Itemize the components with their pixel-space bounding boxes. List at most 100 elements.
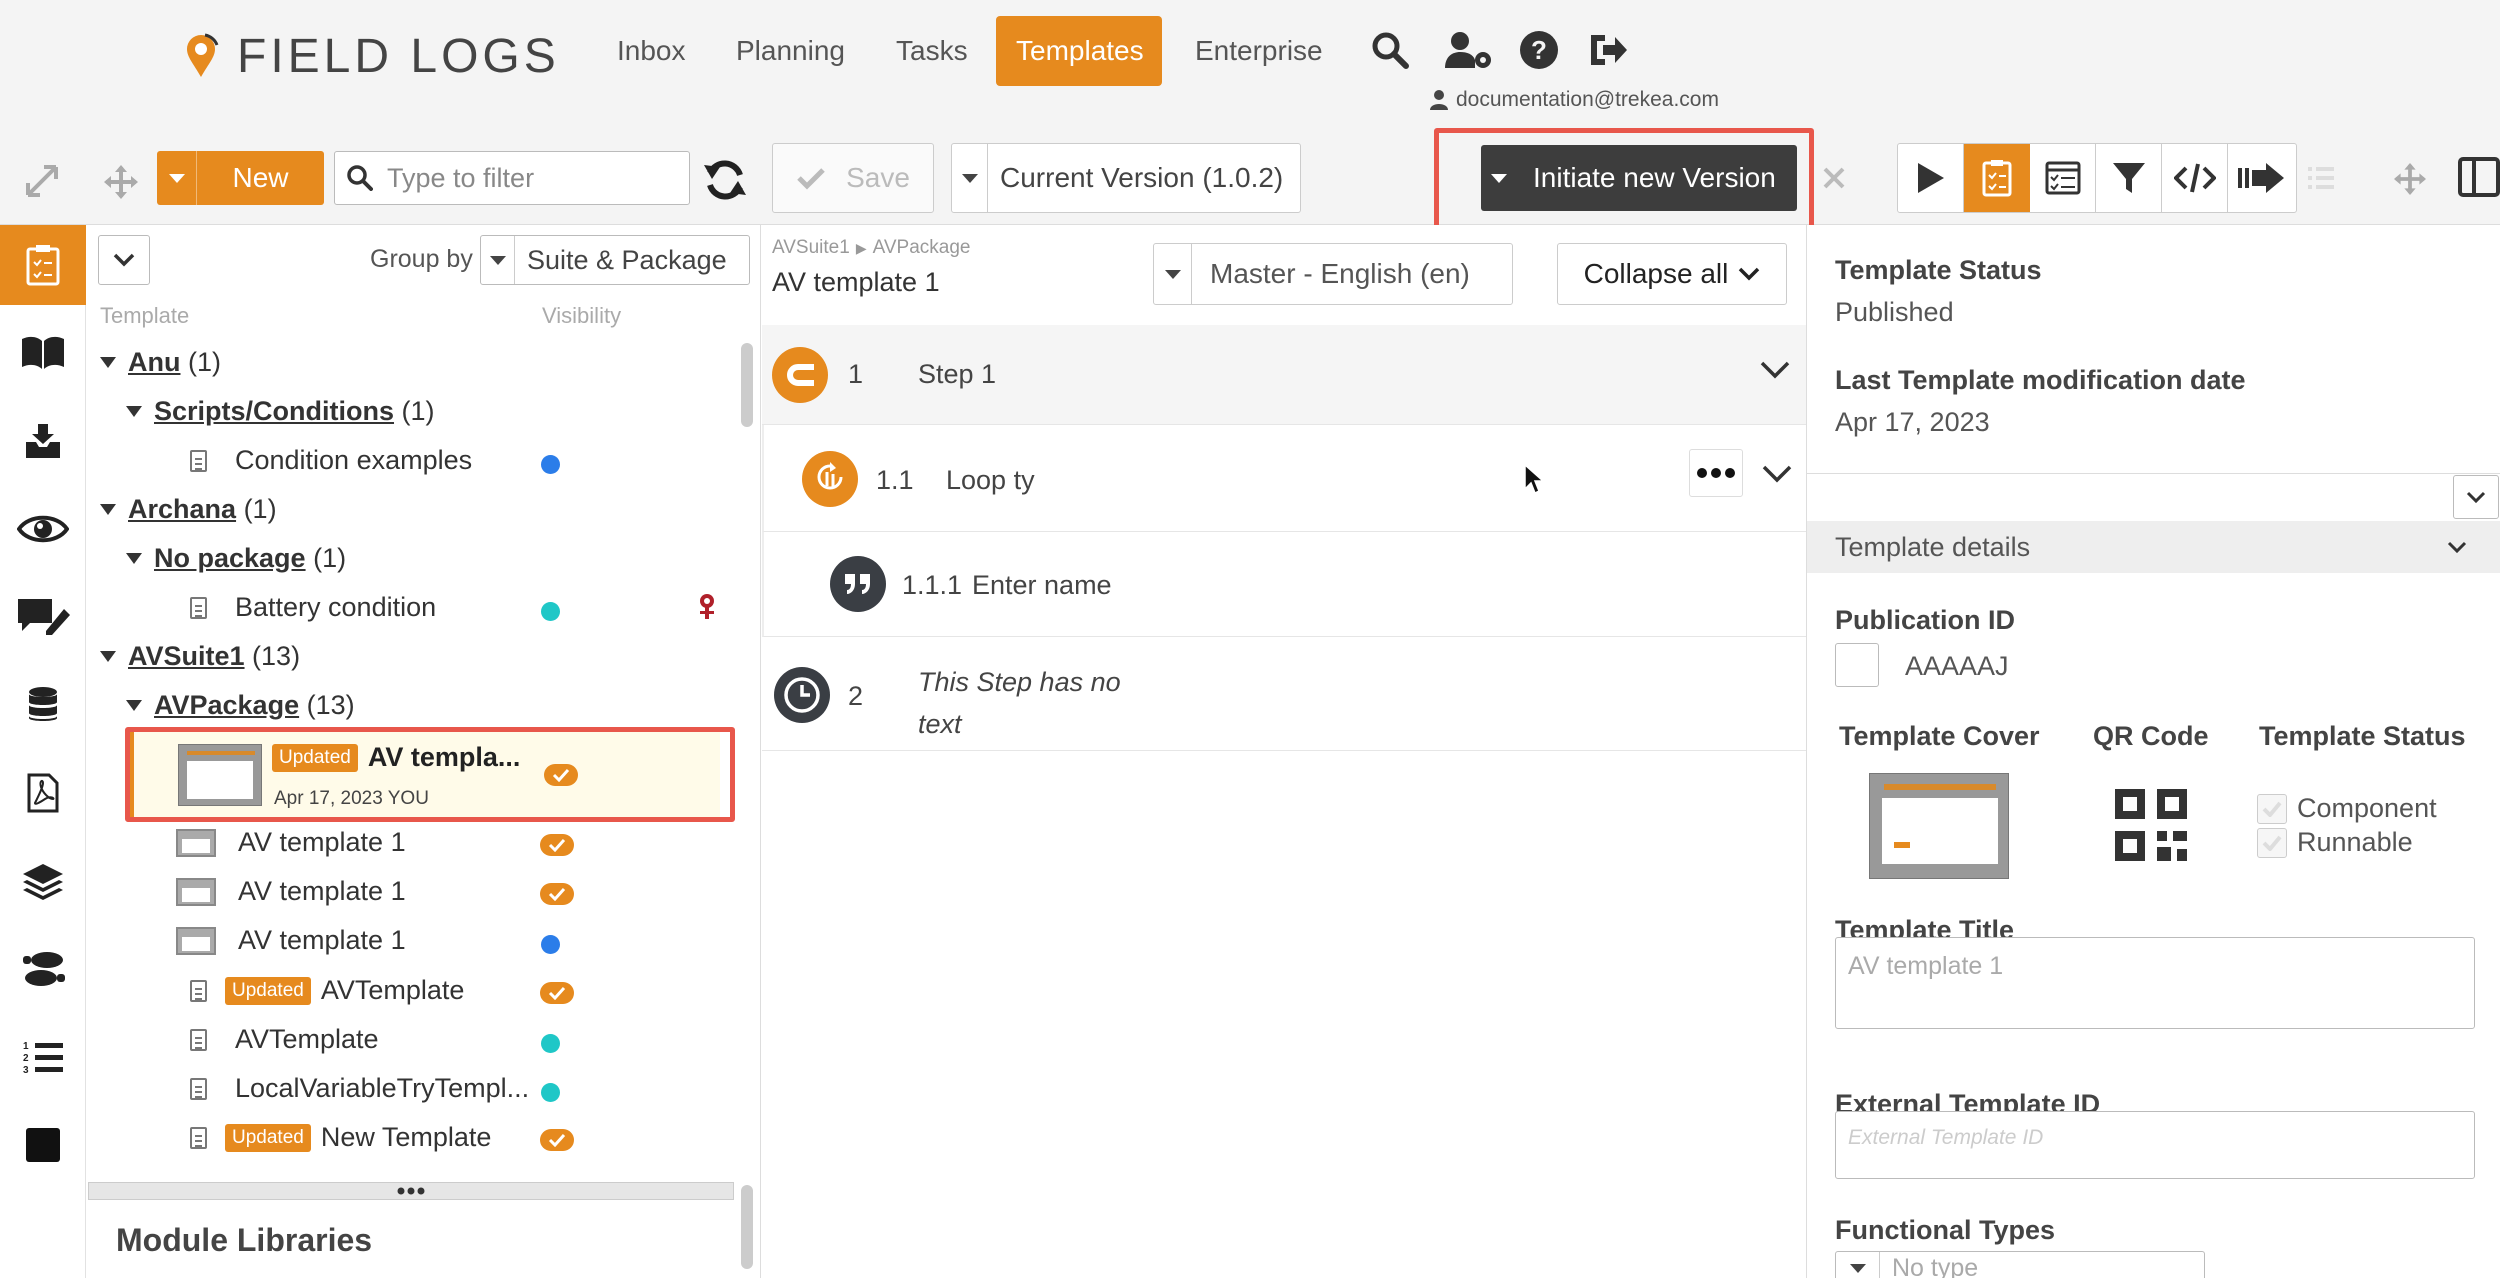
external-template-id-input[interactable]: External Template ID [1835, 1111, 2475, 1179]
step-row-1-1-1[interactable]: 1.1.1 Enter name [762, 532, 1806, 637]
template-details-section-header[interactable]: Template details [1807, 521, 2500, 573]
step-row-1[interactable]: 1 Step 1 [762, 325, 1806, 425]
new-button[interactable]: New [157, 151, 324, 205]
form-icon[interactable] [2030, 144, 2096, 212]
version-select[interactable]: Current Version (1.0.2) [951, 143, 1301, 213]
functional-types-label: Functional Types [1835, 1215, 2056, 1245]
step-number: 1.1 [876, 465, 914, 495]
pdf-icon[interactable] [0, 753, 86, 833]
close-icon[interactable] [1822, 166, 1846, 190]
filter-input[interactable]: Type to filter [334, 151, 690, 205]
language-select[interactable]: Master - English (en) [1153, 243, 1513, 305]
nav-inbox[interactable]: Inbox [597, 16, 706, 86]
tree-group-anu[interactable]: Anu (1) [100, 347, 221, 378]
templates-rail-icon[interactable] [0, 225, 86, 305]
tree-item-battery-condition[interactable]: Battery condition [178, 592, 436, 623]
tree-package-no-package[interactable]: No package (1) [126, 543, 346, 574]
component-label: Component [2297, 793, 2437, 823]
tree-package-avpackage[interactable]: AVPackage (13) [126, 690, 355, 721]
comment-edit-icon[interactable] [0, 577, 86, 657]
tree-item-condition-examples[interactable]: Condition examples [178, 445, 472, 476]
layout-icon[interactable] [2458, 157, 2500, 197]
forward-icon[interactable] [2228, 144, 2294, 212]
tree-item-new-template[interactable]: Updated New Template [178, 1122, 491, 1153]
panel-resize-handle[interactable] [88, 1182, 734, 1200]
published-check-icon [540, 883, 574, 905]
template-title-input[interactable]: AV template 1 [1835, 937, 2475, 1029]
panel-toggle-button[interactable] [2453, 475, 2499, 519]
qr-code-icon[interactable] [2113, 787, 2189, 863]
refresh-icon[interactable] [702, 157, 748, 203]
tree-package-scripts[interactable]: Scripts/Conditions (1) [126, 396, 435, 427]
tree-group-name[interactable]: Archana [128, 494, 236, 525]
stop-square-icon[interactable] [0, 1105, 86, 1185]
inbox-download-icon[interactable] [0, 401, 86, 481]
eye-icon[interactable] [0, 489, 86, 569]
chevron-down-icon[interactable] [1762, 465, 1792, 483]
tree-item-av-template-1[interactable]: AV template 1 [176, 827, 406, 858]
numbered-list-icon[interactable]: 123 [0, 1017, 86, 1097]
tree-group-name[interactable]: Anu [128, 347, 180, 378]
tree-package-name[interactable]: No package [154, 543, 306, 574]
libraries-scrollbar[interactable] [741, 1185, 753, 1269]
database-icon[interactable] [0, 665, 86, 745]
col-visibility-header: Visibility [542, 303, 622, 328]
tree-group-archana[interactable]: Archana (1) [100, 494, 277, 525]
functional-types-select[interactable]: No type [1835, 1251, 2205, 1278]
nav-enterprise[interactable]: Enterprise [1175, 16, 1343, 86]
step-row-1-1[interactable]: 1.1 Loop ty [762, 425, 1806, 532]
save-button[interactable]: Save [772, 143, 934, 213]
new-dropdown-caret[interactable] [168, 173, 185, 183]
tree-item-avtemplate[interactable]: Updated AVTemplate [178, 975, 464, 1006]
collapse-all-button[interactable]: Collapse all [1557, 243, 1787, 305]
footsteps-icon[interactable] [0, 929, 86, 1009]
tree-item-av-template-1[interactable]: AV template 1 [176, 925, 406, 956]
checklist-icon[interactable] [1964, 144, 2030, 212]
play-icon[interactable] [1898, 144, 1964, 212]
module-libraries-title[interactable]: Module Libraries [116, 1222, 372, 1259]
logout-icon[interactable] [1578, 20, 1638, 80]
help-icon[interactable]: ? [1509, 20, 1569, 80]
tree-scrollbar[interactable] [741, 343, 753, 427]
left-icon-rail: 123 [0, 225, 86, 1278]
code-icon[interactable] [2162, 144, 2228, 212]
publication-id-checkbox[interactable] [1835, 643, 1879, 687]
tree-group-avsuite1[interactable]: AVSuite1 (13) [100, 641, 300, 672]
template-name: AV template 1 [772, 267, 940, 297]
language-value: Master - English (en) [1210, 258, 1470, 289]
tree-group-count: (13) [252, 641, 301, 671]
book-icon[interactable] [0, 313, 86, 393]
list-icon[interactable] [2306, 163, 2336, 193]
breadcrumb-suite[interactable]: AVSuite1 [772, 237, 850, 259]
pin-icon[interactable] [697, 593, 717, 621]
group-by-select[interactable]: Suite & Package [480, 235, 750, 285]
more-options-button[interactable] [1689, 449, 1743, 497]
drag-handle-icon [397, 1187, 425, 1195]
layers-icon[interactable] [0, 841, 86, 921]
secondary-toolbar: New Type to filter Save Current Version … [0, 128, 2500, 244]
tree-package-name[interactable]: Scripts/Conditions [154, 396, 394, 427]
nav-templates[interactable]: Templates [996, 16, 1162, 86]
tree-item-localvariable[interactable]: LocalVariableTryTempl... [178, 1073, 529, 1104]
tree-item-avtemplate[interactable]: AVTemplate [178, 1024, 379, 1055]
filter-icon[interactable] [2096, 144, 2162, 212]
tree-item-name: LocalVariableTryTempl... [235, 1073, 530, 1103]
step-row-2[interactable]: 2 This Step has no text [762, 637, 1806, 751]
step-number: 2 [848, 681, 864, 711]
nav-tasks[interactable]: Tasks [876, 16, 988, 86]
nav-planning[interactable]: Planning [716, 16, 865, 86]
collapse-tree-toggle[interactable] [98, 235, 150, 285]
move-icon[interactable] [2394, 163, 2426, 195]
tree-group-name[interactable]: AVSuite1 [128, 641, 245, 672]
template-thumbnail [176, 828, 216, 857]
breadcrumb-package[interactable]: AVPackage [873, 237, 971, 259]
move-icon[interactable] [104, 165, 138, 199]
chevron-down-icon[interactable] [1760, 361, 1790, 379]
template-cover-image[interactable] [1869, 773, 2009, 879]
tree-package-name[interactable]: AVPackage [154, 690, 299, 721]
user-settings-icon[interactable] [1438, 20, 1498, 80]
tree-item-av-template-1[interactable]: AV template 1 [176, 876, 406, 907]
expand-icon[interactable] [24, 163, 60, 199]
field-logs-logo[interactable]: FIELD LOGS [183, 25, 560, 87]
search-icon[interactable] [1360, 20, 1420, 80]
